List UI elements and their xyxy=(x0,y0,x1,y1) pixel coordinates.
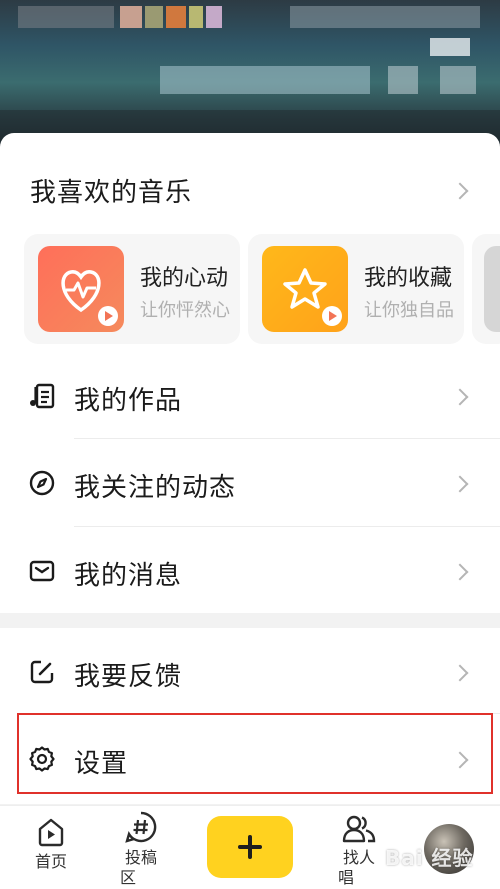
divider xyxy=(74,438,500,439)
settings-highlight-box xyxy=(17,713,493,794)
menu-row-messages[interactable]: 我的消息 xyxy=(0,528,500,616)
chevron-right-icon xyxy=(451,475,469,493)
tab-home[interactable]: 首页 xyxy=(26,816,76,872)
menu-label: 我的作品 xyxy=(74,386,183,416)
tab-find-singer[interactable]: 找人 唱 xyxy=(334,814,384,888)
mail-icon xyxy=(29,560,55,582)
compass-icon xyxy=(29,470,55,496)
tab-label: 唱 xyxy=(338,868,355,887)
play-icon[interactable] xyxy=(322,306,342,326)
tab-submit[interactable]: 投稿 区 xyxy=(116,810,166,888)
playlist-tile-favorites[interactable]: 我的收藏 让你独自品 xyxy=(248,234,464,344)
chevron-right-icon xyxy=(451,563,469,581)
profile-header-background xyxy=(0,0,500,150)
divider xyxy=(74,526,500,527)
tab-label: 区 xyxy=(120,868,137,887)
heartbeat-cover xyxy=(38,246,124,332)
chevron-right-icon xyxy=(451,388,469,406)
playlist-subtitle: 让你怦然心 xyxy=(140,300,230,321)
edit-icon xyxy=(30,660,54,684)
menu-label: 我要反馈 xyxy=(74,662,183,692)
menu-label: 我的消息 xyxy=(74,561,183,591)
playlist-title: 我的心动 xyxy=(140,266,229,291)
menu-label: 我关注的动态 xyxy=(74,473,237,503)
tab-label: 找人 xyxy=(342,848,375,867)
tab-label: 投稿 xyxy=(124,848,157,867)
playlist-tile-heartbeat[interactable]: 我的心动 让你怦然心 xyxy=(24,234,240,344)
menu-row-feedback[interactable]: 我要反馈 xyxy=(0,629,500,717)
home-play-icon xyxy=(38,818,64,847)
menu-row-following[interactable]: 我关注的动态 xyxy=(0,440,500,528)
playlist-subtitle: 让你独自品 xyxy=(364,300,454,321)
play-icon[interactable] xyxy=(98,306,118,326)
music-list-icon xyxy=(30,383,55,409)
favorites-cover xyxy=(262,246,348,332)
playlist-title: 我的收藏 xyxy=(364,266,453,291)
hashtag-icon xyxy=(125,811,157,843)
add-button[interactable] xyxy=(207,816,293,878)
playlist-tile-partial[interactable] xyxy=(472,234,500,344)
people-icon xyxy=(342,815,376,843)
favorite-music-title[interactable]: 我喜欢的音乐 xyxy=(30,172,192,209)
menu-row-works[interactable]: 我的作品 xyxy=(0,353,500,441)
chevron-right-icon xyxy=(451,664,469,682)
tab-label: 首页 xyxy=(34,852,67,871)
watermark-logo: Bai 经验 xyxy=(385,846,474,870)
